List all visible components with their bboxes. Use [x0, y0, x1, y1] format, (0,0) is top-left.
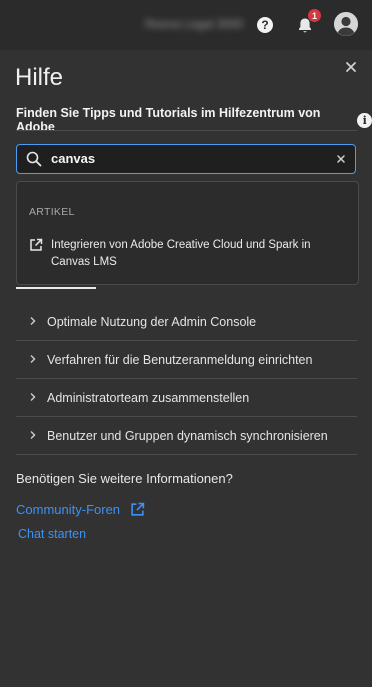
divider [16, 416, 357, 417]
search-field[interactable]: canvas [16, 144, 356, 174]
notification-badge: 1 [308, 9, 321, 22]
accordion-item[interactable]: Optimale Nutzung der Admin Console [16, 304, 357, 341]
org-name[interactable]: Reena Legal 3000 [145, 17, 243, 31]
chevron-right-icon [30, 355, 36, 363]
search-results: ARTIKEL Integrieren von Adobe Creative C… [16, 181, 359, 285]
accordion-item[interactable]: Administratorteam zusammenstellen [16, 380, 357, 417]
accordion-label: Optimale Nutzung der Admin Console [47, 315, 257, 329]
community-forums-link[interactable]: Community-Foren [16, 502, 145, 517]
more-info-heading: Benötigen Sie weitere Informationen? [16, 471, 233, 486]
accordion-label: Benutzer und Gruppen dynamisch synchroni… [47, 429, 328, 443]
divider [16, 130, 357, 131]
accordion-item[interactable]: Benutzer und Gruppen dynamisch synchroni… [16, 418, 357, 455]
external-link-icon [30, 238, 43, 251]
close-icon [346, 62, 356, 72]
chevron-right-icon [30, 317, 36, 325]
community-forums-label: Community-Foren [16, 502, 121, 517]
clear-search-icon[interactable] [335, 153, 347, 165]
accordion-item[interactable]: Verfahren für die Benutzeranmeldung einr… [16, 342, 357, 379]
help-icon: ? [257, 17, 273, 33]
info-icon[interactable]: i [357, 112, 372, 128]
active-indicator [16, 287, 96, 289]
chat-link[interactable]: Chat starten [18, 527, 86, 541]
divider [16, 454, 357, 455]
divider [16, 340, 357, 341]
user-icon [334, 12, 358, 36]
search-icon [26, 151, 42, 167]
panel-title: Hilfe [15, 64, 64, 91]
avatar[interactable] [334, 12, 358, 36]
divider [16, 378, 357, 379]
results-category: ARTIKEL [29, 206, 75, 218]
search-input[interactable]: canvas [51, 151, 95, 166]
top-bar: Reena Legal 3000 ? 1 [0, 0, 372, 50]
accordion-label: Verfahren für die Benutzeranmeldung einr… [47, 353, 313, 367]
chevron-right-icon [30, 393, 36, 401]
accordion-label: Administratorteam zusammenstellen [47, 391, 250, 405]
result-item-label: Integrieren von Adobe Creative Cloud und… [51, 239, 311, 268]
help-button[interactable]: ? [253, 13, 277, 37]
help-panel: Hilfe Finden Sie Tipps und Tutorials im … [0, 50, 372, 687]
chevron-right-icon [30, 431, 36, 439]
result-item[interactable]: Integrieren von Adobe Creative Cloud und… [29, 237, 349, 271]
external-link-icon [131, 502, 145, 516]
close-button[interactable] [342, 58, 360, 76]
